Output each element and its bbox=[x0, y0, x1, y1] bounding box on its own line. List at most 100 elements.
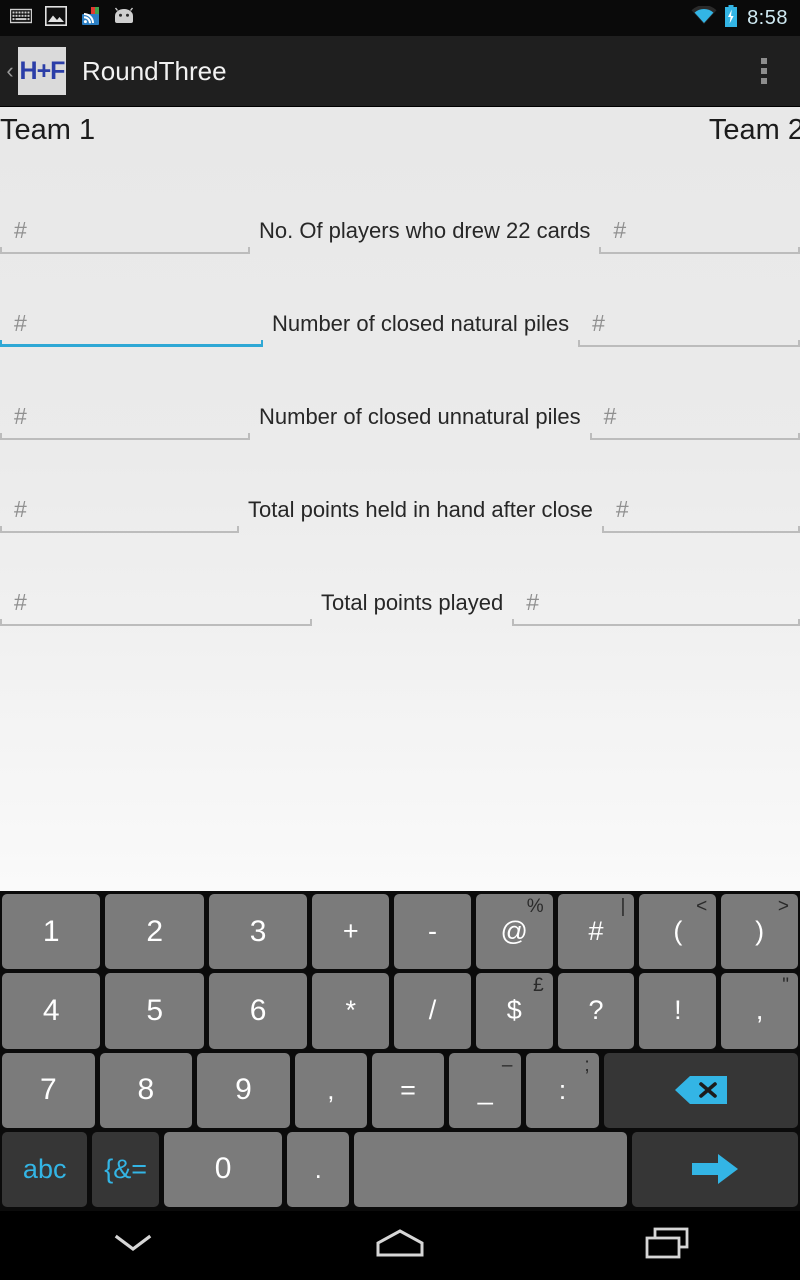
key-7[interactable]: 7 bbox=[2, 1052, 95, 1128]
key-slash[interactable]: / bbox=[394, 973, 471, 1049]
placeholder: # bbox=[613, 216, 627, 243]
enter-key[interactable] bbox=[631, 1131, 798, 1207]
key-exclamation[interactable]: ! bbox=[639, 973, 717, 1049]
key-8[interactable]: 8 bbox=[99, 1052, 193, 1128]
overflow-dot bbox=[761, 68, 767, 74]
overflow-menu-icon[interactable] bbox=[740, 36, 788, 107]
row-label: Number of closed natural piles bbox=[272, 311, 570, 336]
key-hash[interactable]: | # bbox=[557, 894, 635, 970]
recent-apps-button[interactable] bbox=[607, 1211, 727, 1280]
team-1-label: Team 1 bbox=[0, 114, 96, 146]
key-plus[interactable]: + bbox=[312, 894, 390, 970]
recent-apps-icon bbox=[643, 1226, 691, 1265]
key-hint: | bbox=[620, 896, 626, 917]
key-6[interactable]: 6 bbox=[208, 973, 308, 1049]
team1-points-in-hand-input[interactable]: # bbox=[0, 485, 239, 533]
key-label: , bbox=[327, 1075, 335, 1106]
key-colon[interactable]: ;: bbox=[526, 1052, 599, 1128]
key-label: 2 bbox=[146, 914, 163, 948]
hide-keyboard-icon bbox=[111, 1232, 155, 1259]
key-label: _ bbox=[477, 1074, 493, 1105]
team1-closed-natural-piles-input[interactable]: # bbox=[0, 299, 263, 347]
key-label: 8 bbox=[137, 1073, 155, 1107]
key-dollar[interactable]: £ $ bbox=[475, 973, 553, 1049]
key-label: 5 bbox=[146, 993, 163, 1027]
key-label: 1 bbox=[42, 914, 60, 948]
placeholder: # bbox=[526, 588, 540, 615]
on-screen-keyboard: 1 2 3 + - % @ | # <( >) 4 5 6 * / £ $ ? ! "… bbox=[0, 891, 800, 1211]
team2-closed-unnatural-piles-input[interactable]: # bbox=[589, 392, 800, 440]
key-hint: – bbox=[501, 1054, 513, 1076]
table-row: # Number of closed unnatural piles # bbox=[0, 347, 800, 440]
home-icon bbox=[374, 1228, 426, 1263]
key-label: , bbox=[755, 995, 764, 1026]
key-4[interactable]: 4 bbox=[2, 973, 101, 1049]
team2-players-drew-22-input[interactable]: # bbox=[599, 206, 800, 254]
key-1[interactable]: 1 bbox=[2, 894, 101, 970]
key-2[interactable]: 2 bbox=[105, 894, 204, 970]
team2-closed-natural-piles-input[interactable]: # bbox=[578, 299, 800, 347]
app-icon[interactable]: H+F bbox=[18, 47, 66, 95]
key-label: ) bbox=[755, 916, 765, 947]
score-entry-form: Team 1 Team 2 # No. Of players who drew … bbox=[0, 107, 800, 891]
team1-total-points-played-input[interactable]: # bbox=[0, 578, 312, 626]
key-5[interactable]: 5 bbox=[105, 973, 204, 1049]
row-label: Total points played bbox=[321, 590, 504, 615]
key-label: # bbox=[588, 916, 604, 947]
key-label: 0 bbox=[214, 1152, 232, 1186]
team1-players-drew-22-input[interactable]: # bbox=[0, 206, 250, 254]
placeholder: # bbox=[14, 309, 27, 336]
key-underscore[interactable]: – _ bbox=[449, 1052, 522, 1128]
back-chevron-icon[interactable]: ‹ bbox=[2, 60, 18, 82]
input-underline bbox=[578, 340, 800, 347]
key-equals[interactable]: = bbox=[371, 1052, 445, 1128]
key-label: 7 bbox=[39, 1073, 57, 1107]
input-underline bbox=[601, 526, 800, 533]
key-comma[interactable]: , bbox=[294, 1052, 367, 1128]
form-rows: # No. Of players who drew 22 cards # # N… bbox=[0, 161, 800, 626]
wifi-icon bbox=[691, 4, 717, 31]
key-label: + bbox=[342, 916, 359, 947]
status-notification-icons bbox=[9, 5, 691, 31]
space-key[interactable] bbox=[354, 1131, 627, 1207]
key-at[interactable]: % @ bbox=[475, 894, 553, 970]
placeholder: # bbox=[615, 495, 629, 522]
team2-points-in-hand-input[interactable]: # bbox=[601, 485, 800, 533]
key-3[interactable]: 3 bbox=[208, 894, 308, 970]
status-system-icons: 8:58 bbox=[691, 4, 788, 32]
keyboard-icon bbox=[9, 8, 33, 29]
input-underline-focused bbox=[0, 340, 263, 347]
key-apostrophe[interactable]: ", bbox=[721, 973, 798, 1049]
battery-charging-icon bbox=[724, 4, 738, 32]
android-screen: 8:58 ‹ H+F RoundThree Team 1 Team 2 # No… bbox=[0, 0, 800, 1280]
key-label: ( bbox=[673, 916, 683, 947]
key-9[interactable]: 9 bbox=[197, 1052, 290, 1128]
table-row: # Total points played # bbox=[0, 533, 800, 626]
row-label: Number of closed unnatural piles bbox=[259, 404, 581, 429]
home-button[interactable] bbox=[340, 1211, 460, 1280]
key-asterisk[interactable]: * bbox=[312, 973, 390, 1049]
key-period[interactable]: . bbox=[287, 1131, 350, 1207]
key-hint: ; bbox=[584, 1054, 590, 1076]
key-paren-open[interactable]: <( bbox=[639, 894, 717, 970]
key-minus[interactable]: - bbox=[394, 894, 471, 970]
abc-mode-key[interactable]: abc bbox=[2, 1131, 88, 1207]
key-0[interactable]: 0 bbox=[163, 1131, 283, 1207]
backspace-key[interactable] bbox=[603, 1052, 799, 1128]
key-label: ! bbox=[674, 995, 682, 1026]
key-hint: " bbox=[782, 975, 789, 997]
placeholder: # bbox=[14, 495, 27, 522]
symbols-mode-key[interactable]: {&= bbox=[92, 1131, 159, 1207]
key-question[interactable]: ? bbox=[557, 973, 635, 1049]
team2-total-points-played-input[interactable]: # bbox=[512, 578, 800, 626]
team1-closed-unnatural-piles-input[interactable]: # bbox=[0, 392, 250, 440]
key-label: 3 bbox=[249, 914, 267, 948]
page-title: RoundThree bbox=[82, 55, 227, 86]
keyboard-row-3: 7 8 9 , = – _ ;: bbox=[2, 1052, 799, 1128]
key-paren-close[interactable]: >) bbox=[721, 894, 798, 970]
keyboard-row-4: abc {&= 0 . bbox=[2, 1131, 798, 1207]
table-row: # No. Of players who drew 22 cards # bbox=[0, 161, 800, 254]
hide-keyboard-button[interactable] bbox=[73, 1211, 193, 1280]
row-label: Total points held in hand after close bbox=[248, 497, 593, 522]
placeholder: # bbox=[14, 402, 27, 429]
